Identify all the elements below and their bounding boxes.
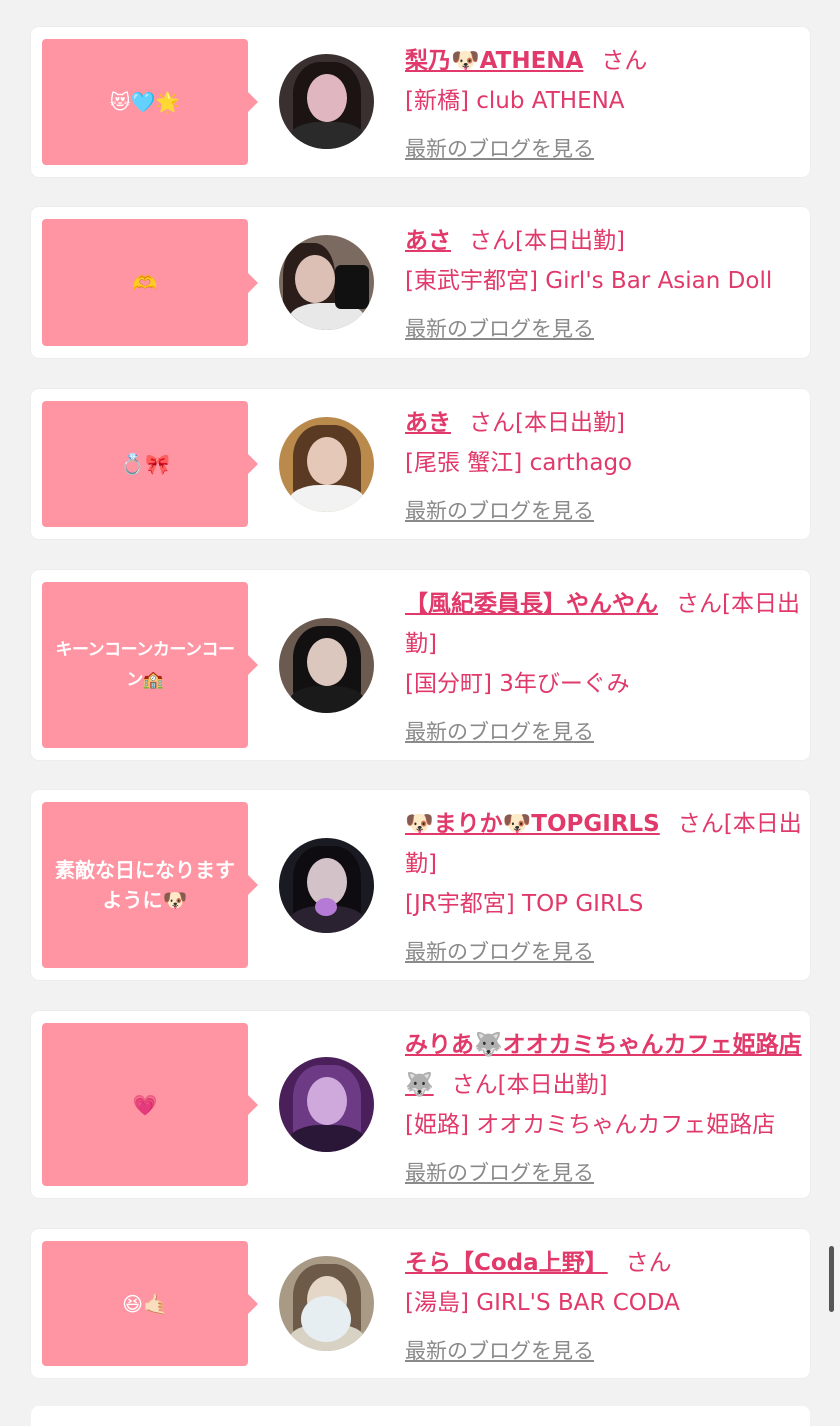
message-bubble: 😻🩵🌟	[42, 39, 258, 165]
scrollbar[interactable]	[829, 1246, 834, 1312]
cast-info: 梨乃🐶ATHENA さん [新橋] club ATHENA 最新のブログを見る	[405, 41, 802, 169]
message-bubble: 🫶	[42, 219, 258, 346]
cast-name-link[interactable]: そら【Coda上野】	[405, 1250, 608, 1276]
avatar[interactable]	[279, 54, 374, 149]
latest-blog-link[interactable]: 最新のブログを見る	[405, 309, 594, 349]
cast-info: あさ さん[本日出勤] [東武宇都宮] Girl's Bar Asian Doll…	[405, 221, 802, 349]
avatar[interactable]	[279, 618, 374, 713]
honorific: さん[本日出勤]	[469, 228, 625, 254]
message-text: 🫶	[132, 270, 158, 295]
latest-blog-link[interactable]: 最新のブログを見る	[405, 932, 594, 972]
message-bubble: 💍🎀	[42, 401, 258, 527]
cast-card[interactable]: 🫶 あさ さん[本日出勤] [東武宇都宮] Girl's Bar Asian Do…	[31, 207, 810, 358]
cast-info: みりあ🐺オオカミちゃんカフェ姫路店🐺 さん[本日出勤] [姫路] オオカミちゃんカ…	[405, 1025, 802, 1193]
message-bubble: 💗	[42, 1023, 258, 1186]
latest-blog-link[interactable]: 最新のブログを見る	[405, 1331, 594, 1371]
shop-name: [姫路] オオカミちゃんカフェ姫路店	[405, 1112, 776, 1138]
shop-name: [国分町] 3年びーぐみ	[405, 671, 630, 697]
message-text: 💍🎀	[120, 452, 170, 476]
cast-card[interactable]: 😆🤙🏻 そら【Coda上野】 さん [湯島] GIRL'S BAR CODA 最新…	[31, 1229, 810, 1378]
cast-info: 【風紀委員長】やんやん さん[本日出勤] [国分町] 3年びーぐみ 最新のブログを…	[405, 584, 802, 752]
cast-name-link[interactable]: 🐶まりか🐶TOPGIRLS	[405, 811, 660, 837]
latest-blog-link[interactable]: 最新のブログを見る	[405, 1153, 594, 1193]
message-text: キーンコーンカーンコーン🏫	[55, 640, 235, 690]
shop-name: [JR宇都宮] TOP GIRLS	[405, 891, 644, 917]
cast-name-link[interactable]: 梨乃🐶ATHENA	[405, 48, 583, 74]
avatar[interactable]	[279, 838, 374, 933]
message-bubble: 素敵な日になりますように🐶	[42, 802, 258, 968]
honorific: さん[本日出勤]	[469, 410, 625, 436]
shop-name: [東武宇都宮] Girl's Bar Asian Doll	[405, 268, 773, 294]
cast-name-link[interactable]: あき	[405, 410, 451, 436]
cast-card[interactable]: 💗 みりあ🐺オオカミちゃんカフェ姫路店🐺 さん[本日出勤] [姫路] オオカミちゃ…	[31, 1011, 810, 1198]
cast-name-link[interactable]: 【風紀委員長】やんやん	[405, 591, 658, 617]
latest-blog-link[interactable]: 最新のブログを見る	[405, 491, 594, 531]
cast-name-link[interactable]: あさ	[405, 228, 451, 254]
avatar[interactable]	[279, 1256, 374, 1351]
cast-card[interactable]: 😻🩵🌟 梨乃🐶ATHENA さん [新橋] club ATHENA 最新のブログを…	[31, 27, 810, 177]
next-card-edge	[31, 1406, 810, 1426]
message-bubble: キーンコーンカーンコーン🏫	[42, 582, 258, 748]
cast-info: 🐶まりか🐶TOPGIRLS さん[本日出勤] [JR宇都宮] TOP GIRLS …	[405, 804, 802, 972]
message-text: 💗	[132, 1092, 158, 1117]
honorific: さん	[625, 1250, 672, 1276]
cast-card[interactable]: キーンコーンカーンコーン🏫 【風紀委員長】やんやん さん[本日出勤] [国分町] …	[31, 570, 810, 760]
message-bubble: 😆🤙🏻	[42, 1241, 258, 1366]
latest-blog-link[interactable]: 最新のブログを見る	[405, 129, 594, 169]
honorific: さん	[601, 48, 648, 74]
message-text: 素敵な日になりますように🐶	[55, 858, 235, 912]
cast-card[interactable]: 💍🎀 あき さん[本日出勤] [尾張 蟹江] carthago 最新のブログを見る	[31, 389, 810, 539]
avatar[interactable]	[279, 235, 374, 330]
cast-info: そら【Coda上野】 さん [湯島] GIRL'S BAR CODA 最新のブログ…	[405, 1243, 802, 1371]
avatar[interactable]	[279, 417, 374, 512]
cast-info: あき さん[本日出勤] [尾張 蟹江] carthago 最新のブログを見る	[405, 403, 802, 531]
shop-name: [湯島] GIRL'S BAR CODA	[405, 1290, 680, 1316]
latest-blog-link[interactable]: 最新のブログを見る	[405, 712, 594, 752]
message-text: 😆🤙🏻	[122, 1291, 168, 1316]
honorific: さん[本日出勤]	[451, 1072, 608, 1098]
cast-card[interactable]: 素敵な日になりますように🐶 🐶まりか🐶TOPGIRLS さん[本日出勤] [JR宇…	[31, 790, 810, 980]
message-text: 😻🩵🌟	[109, 90, 181, 114]
shop-name: [尾張 蟹江] carthago	[405, 450, 633, 476]
avatar[interactable]	[279, 1057, 374, 1152]
shop-name: [新橋] club ATHENA	[405, 88, 625, 114]
